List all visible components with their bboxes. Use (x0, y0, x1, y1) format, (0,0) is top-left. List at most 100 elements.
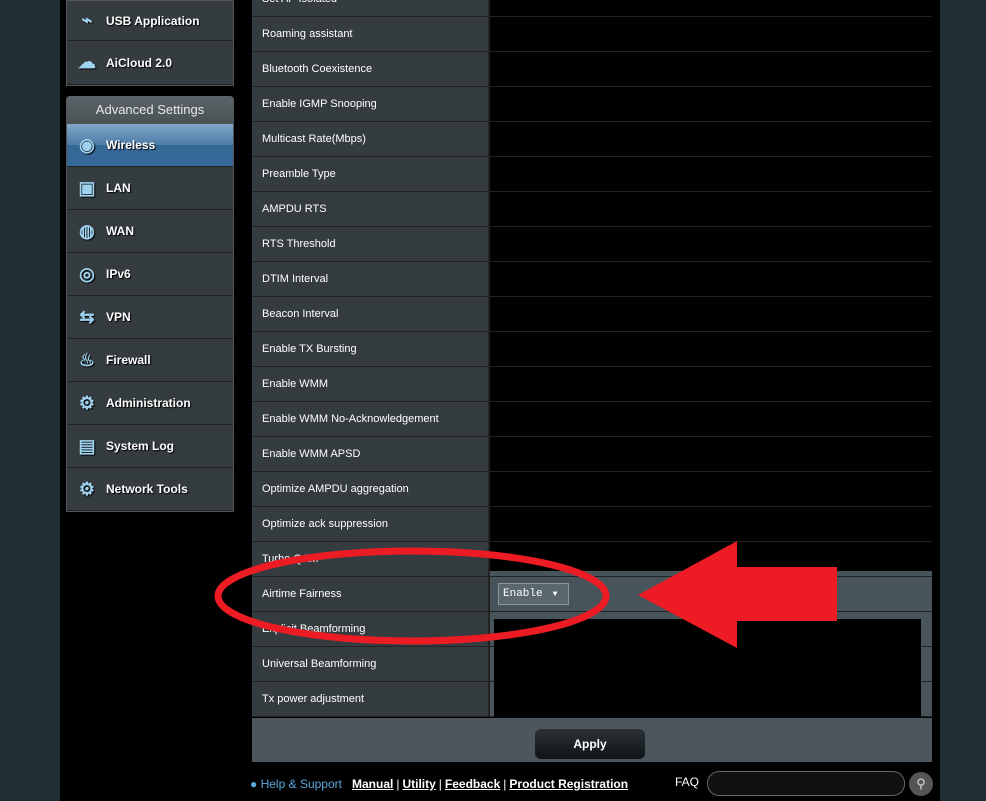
table-row: Preamble Type (252, 157, 932, 192)
setting-label: Enable IGMP Snooping (252, 87, 490, 121)
setting-label: Enable WMM (252, 367, 490, 401)
apply-bar: Apply (252, 718, 932, 762)
setting-label: Bluetooth Coexistence (252, 52, 490, 86)
sidebar-item-vpn[interactable]: ⇆ VPN (67, 296, 233, 339)
table-row: Beacon Interval (252, 297, 932, 332)
setting-label: Airtime Fairness (252, 577, 490, 611)
sidebar-item-ipv6[interactable]: ◎ IPv6 (67, 253, 233, 296)
table-row: Enable WMM (252, 367, 932, 402)
table-row: Set AP Isolated (252, 0, 932, 17)
sidebar-item-label: Administration (106, 396, 191, 410)
setting-label: Explicit Beamforming (252, 612, 490, 646)
setting-value (490, 52, 932, 86)
sidebar-item-aicloud[interactable]: ☁ AiCloud 2.0 (67, 41, 233, 85)
table-row: Multicast Rate(Mbps) (252, 122, 932, 157)
ipv6-icon: ◎ (79, 263, 95, 284)
top-menu: ⌁ USB Application ☁ AiCloud 2.0 (66, 0, 234, 86)
feedback-link[interactable]: Feedback (445, 777, 500, 791)
sidebar-item-label: System Log (106, 439, 175, 453)
setting-label: Universal Beamforming (252, 647, 490, 681)
sidebar-item-label: LAN (106, 181, 131, 195)
advanced-menu: ◉ Wireless ▣ LAN ◍ WAN ◎ IPv6 ⇆ VPN ♨ Firewall… (66, 123, 234, 512)
manual-link[interactable]: Manual (352, 777, 393, 791)
setting-value (490, 507, 932, 541)
sidebar-item-label: AiCloud 2.0 (106, 55, 173, 70)
setting-value (490, 157, 932, 191)
table-row: Optimize ack suppression (252, 507, 932, 542)
table-row: AMPDU RTS (252, 192, 932, 227)
setting-label: DTIM Interval (252, 262, 490, 296)
sidebar-item-usb-application[interactable]: ⌁ USB Application (67, 1, 233, 41)
table-row: RTS Threshold (252, 227, 932, 262)
sidebar-item-label: VPN (106, 310, 131, 324)
usb-icon: ⌁ (81, 10, 93, 30)
setting-value (490, 472, 932, 506)
wireless-icon: ◉ (79, 134, 95, 155)
airtime-fairness-select[interactable]: Enable ▼ (498, 583, 569, 605)
hidden-values-area (494, 619, 921, 718)
sidebar-item-label: USB Application (106, 13, 200, 28)
lan-icon: ▣ (78, 177, 96, 198)
search-icon[interactable]: ⚲ (909, 772, 933, 796)
setting-label: Enable TX Bursting (252, 332, 490, 366)
table-row: Enable TX Bursting (252, 332, 932, 367)
table-row: Bluetooth Coexistence (252, 52, 932, 87)
table-row: Enable WMM APSD (252, 437, 932, 472)
setting-label: Optimize AMPDU aggregation (252, 472, 490, 506)
advanced-settings-header: Advanced Settings (66, 96, 234, 123)
table-row: Roaming assistant (252, 17, 932, 52)
table-row: Airtime Fairness Enable ▼ (252, 577, 932, 612)
setting-label: Roaming assistant (252, 17, 490, 51)
administration-icon: ⚙ (78, 392, 96, 413)
table-row: Enable WMM No-Acknowledgement (252, 402, 932, 437)
table-row: DTIM Interval (252, 262, 932, 297)
setting-value (490, 227, 932, 261)
setting-label: Preamble Type (252, 157, 490, 191)
sidebar-item-wan[interactable]: ◍ WAN (67, 210, 233, 253)
setting-value (490, 87, 932, 121)
apply-button[interactable]: Apply (535, 729, 645, 759)
setting-label: Enable WMM No-Acknowledgement (252, 402, 490, 436)
sidebar-item-firewall[interactable]: ♨ Firewall (67, 339, 233, 382)
table-row: Turbo QAM (252, 542, 932, 577)
setting-label: Tx power adjustment (252, 682, 490, 716)
product-registration-link[interactable]: Product Registration (509, 777, 628, 791)
sidebar-item-lan[interactable]: ▣ LAN (67, 167, 233, 210)
setting-value (490, 542, 932, 576)
faq-search-input[interactable] (707, 771, 905, 796)
setting-value (490, 367, 932, 401)
table-row: Optimize AMPDU aggregation (252, 472, 932, 507)
utility-link[interactable]: Utility (402, 777, 435, 791)
setting-label: Multicast Rate(Mbps) (252, 122, 490, 156)
sidebar-item-label: Wireless (106, 138, 156, 152)
sidebar-item-wireless[interactable]: ◉ Wireless (67, 124, 233, 167)
system-log-icon: ▤ (78, 435, 96, 456)
setting-value (490, 17, 932, 51)
setting-label: Optimize ack suppression (252, 507, 490, 541)
sidebar: ⌁ USB Application ☁ AiCloud 2.0 Advanced S… (66, 0, 234, 512)
globe-icon: ◍ (79, 220, 95, 241)
setting-value (490, 437, 932, 471)
help-label: Help & Support (260, 777, 342, 791)
sidebar-item-network-tools[interactable]: ⚙ Network Tools (67, 468, 233, 511)
setting-label: AMPDU RTS (252, 192, 490, 226)
sidebar-item-system-log[interactable]: ▤ System Log (67, 425, 233, 468)
setting-value (490, 402, 932, 436)
setting-label: RTS Threshold (252, 227, 490, 261)
sidebar-item-label: WAN (106, 224, 134, 238)
setting-label: Beacon Interval (252, 297, 490, 331)
table-row: Enable IGMP Snooping (252, 87, 932, 122)
firewall-icon: ♨ (78, 349, 96, 370)
sidebar-item-label: IPv6 (106, 267, 131, 281)
setting-value (490, 262, 932, 296)
chevron-down-icon: ▼ (552, 589, 558, 599)
setting-value (490, 332, 932, 366)
setting-label: Turbo QAM (252, 542, 490, 576)
sidebar-item-label: Network Tools (106, 482, 188, 496)
sidebar-item-label: Firewall (106, 353, 151, 367)
settings-table: Set AP IsolatedRoaming assistantBluetoot… (252, 0, 932, 717)
cloud-icon: ☁ (78, 52, 96, 72)
setting-value (490, 122, 932, 156)
sidebar-item-administration[interactable]: ⚙ Administration (67, 382, 233, 425)
help-support[interactable]: ● Help & Support (250, 777, 342, 791)
